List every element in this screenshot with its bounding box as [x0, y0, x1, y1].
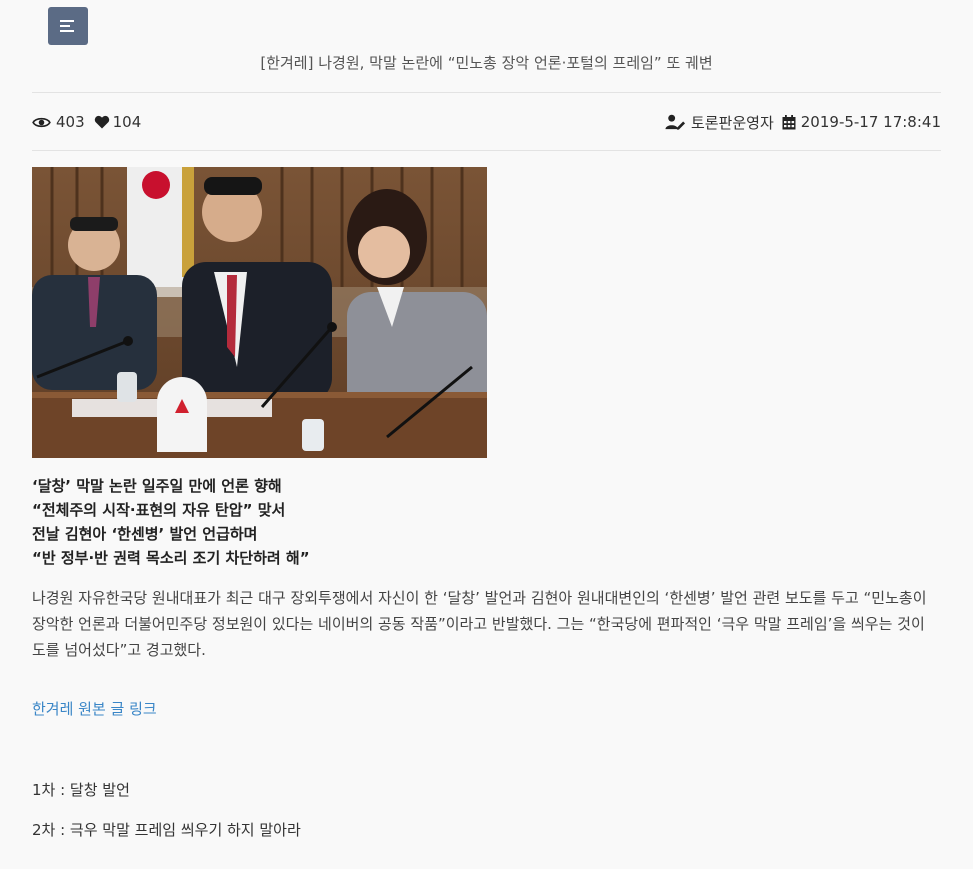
- post-date: 2019-5-17 17:8:41: [800, 113, 941, 131]
- author-name[interactable]: 토론판운영자: [691, 112, 774, 133]
- author-date: 토론판운영자 2019-5-17 17:8:41: [665, 112, 941, 133]
- divider: [32, 92, 941, 93]
- heart-icon: [94, 115, 109, 129]
- hamburger-menu-icon: [60, 20, 74, 22]
- original-article-link[interactable]: 한겨레 원본 글 링크: [32, 698, 157, 719]
- stats: 403 104: [32, 113, 141, 131]
- menu-button[interactable]: [48, 7, 88, 45]
- subheadings: ‘달창’ 막말 논란 일주일 만에 언론 향해 “전체주의 시작·표현의 자유 …: [32, 474, 632, 570]
- note-line: 1차 : 달창 발언: [32, 781, 130, 799]
- page-title: [한겨레] 나경원, 막말 논란에 “민노총 장악 언론·포털의 프레임” 또 …: [260, 54, 713, 72]
- like-count: 104: [112, 113, 142, 131]
- note-line: 2차 : 극우 막말 프레임 씌우기 하지 말아라: [32, 821, 301, 839]
- view-count: 403: [56, 113, 85, 131]
- calendar-icon: [782, 114, 796, 129]
- divider: [32, 150, 941, 151]
- eye-icon: [32, 117, 51, 127]
- subheading: “전체주의 시작·표현의 자유 탄압” 맞서: [32, 501, 286, 519]
- subheading: ‘달창’ 막말 논란 일주일 만에 언론 향해: [32, 477, 282, 495]
- post-meta: 403 104 토론판운영자 2019-5-17 17:8:41: [32, 111, 941, 133]
- subheading: 전날 김현아 ‘한센병’ 발언 언급하며: [32, 525, 258, 543]
- article-photo: [32, 167, 487, 458]
- article-body: 나경원 자유한국당 원내대표가 최근 대구 장외투쟁에서 자신이 한 ‘달창’ …: [32, 589, 927, 659]
- subheading: “반 정부·반 권력 목소리 조기 차단하려 해”: [32, 549, 310, 567]
- user-edit-icon: [665, 114, 685, 130]
